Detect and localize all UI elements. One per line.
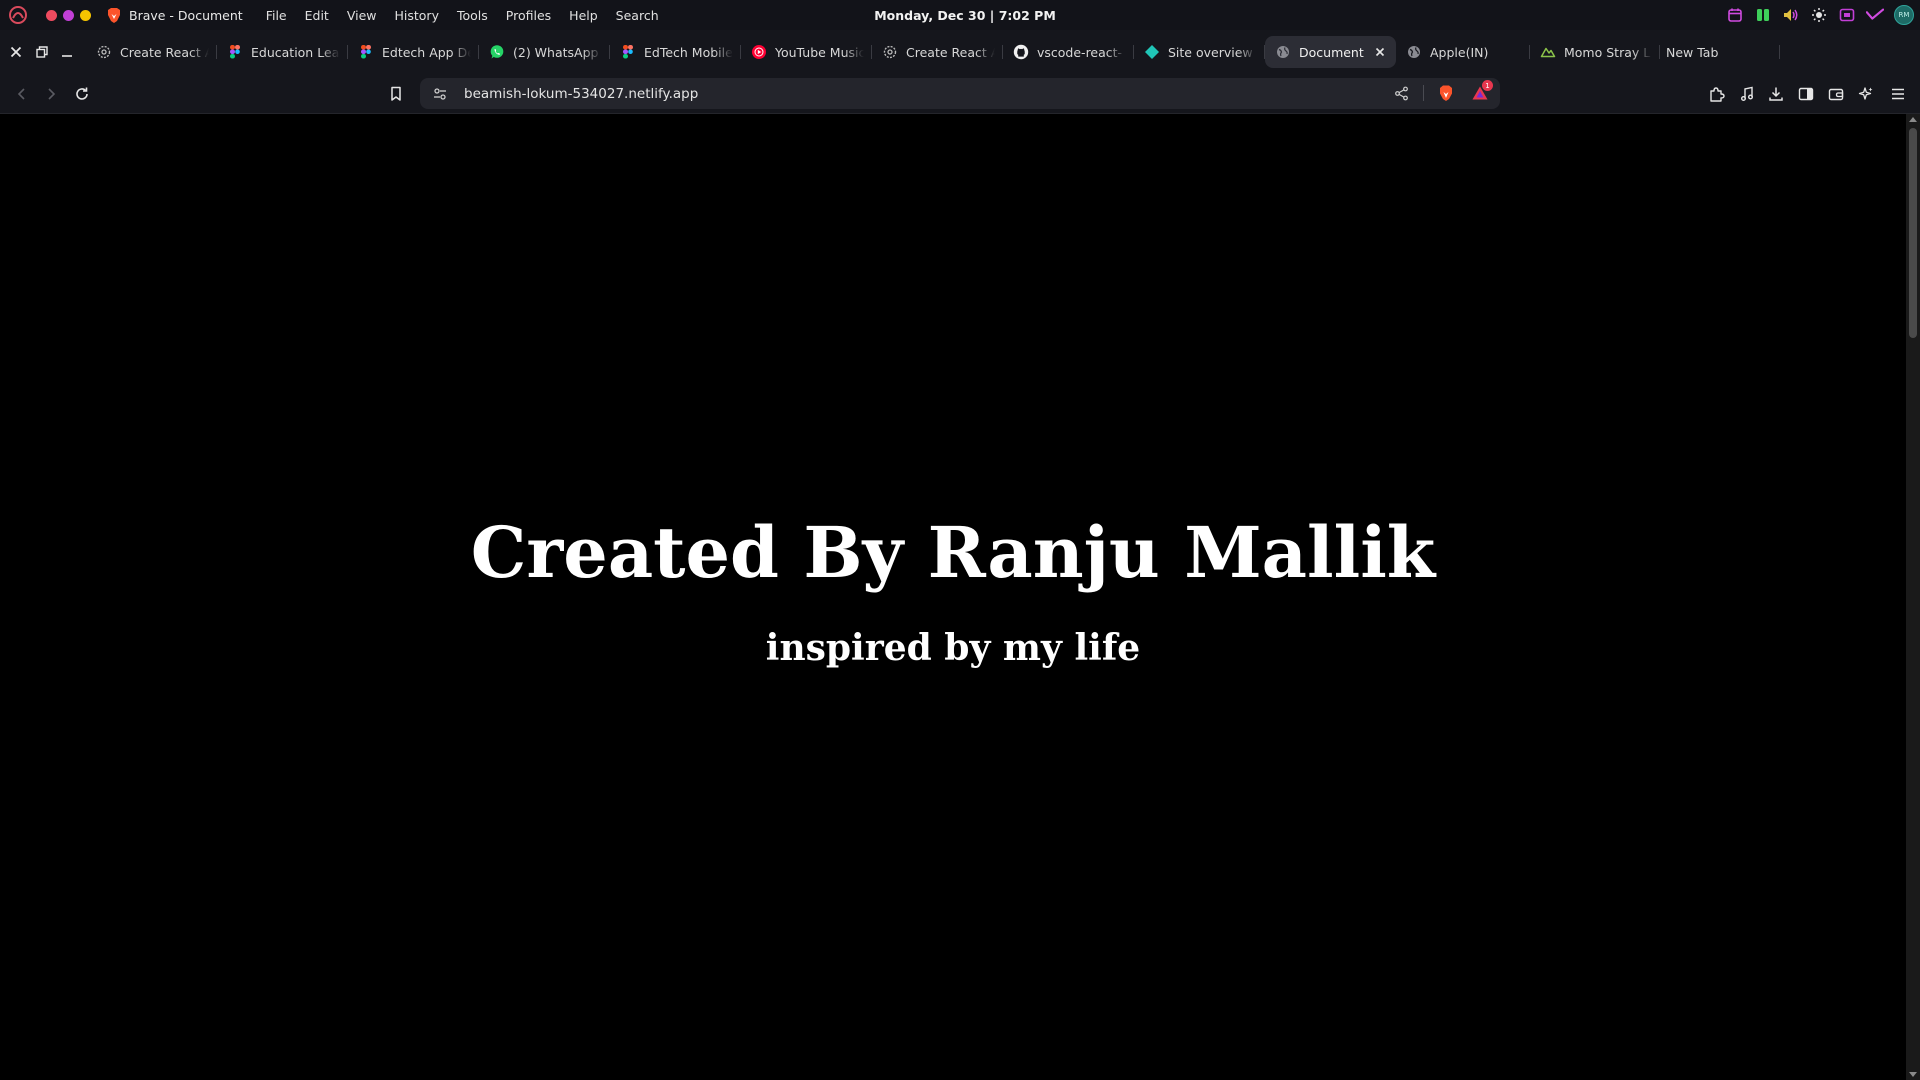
leo-ai-sparkle-icon[interactable] [1854,82,1878,106]
page-headline: Created By Ranju Mallik [470,511,1436,594]
tab-title: EdTech Mobile [644,44,733,60]
sidebar-toggle-icon[interactable] [1794,82,1818,106]
back-arrow-icon[interactable] [10,82,34,106]
reload-icon[interactable] [70,82,94,106]
app-title-text: Brave - Document [129,7,243,23]
tab-title: Document [1299,44,1364,60]
forward-arrow-icon[interactable] [39,82,63,106]
user-avatar[interactable]: RM [1894,5,1914,25]
tab-title: New Tab [1666,44,1719,60]
share-icon[interactable] [1389,81,1413,105]
address-bar-actions: 1 [1389,80,1493,105]
wallet-icon[interactable] [1824,82,1848,106]
restore-window-icon[interactable] [32,30,52,74]
tab-title: Site overview [1168,44,1253,60]
system-tray: RM [1726,0,1914,30]
page-subheading: inspired by my life [765,627,1141,669]
media-music-note-icon[interactable] [1735,82,1759,106]
tab-title: YouTube Music [775,44,864,60]
close-browser-icon[interactable] [0,30,32,74]
brave-shields-icon[interactable] [1434,81,1458,105]
tab-vscode-react[interactable]: vscode-react- [1003,36,1134,68]
tab-title: Create React A [120,44,209,60]
menu-profiles[interactable]: Profiles [497,8,560,23]
tab-create-react-app-1[interactable]: Create React A [86,36,217,68]
url-text[interactable]: beamish-lokum-534027.netlify.app [464,86,698,102]
figma-favicon-icon [227,44,243,60]
tab-title: Education Lea [251,44,340,60]
figma-favicon-icon [620,44,636,60]
tab-apple-in[interactable]: Apple(IN) [1396,36,1530,68]
github-favicon-icon [1013,44,1029,60]
window-controls [46,9,91,21]
address-bar[interactable]: beamish-lokum-534027.netlify.app 1 [420,78,1500,109]
tab-education-lea[interactable]: Education Lea [217,36,348,68]
scroll-down-arrow-icon[interactable] [1909,1072,1917,1077]
netlify-favicon-icon [1144,44,1160,60]
gear-favicon-icon [96,44,112,60]
close-window-dot[interactable] [46,9,57,21]
menu-view[interactable]: View [338,8,386,23]
tab-edtech-mobile[interactable]: EdTech Mobile [610,36,741,68]
tab-document-active[interactable]: Document [1265,36,1396,68]
brave-lion-icon [105,6,123,24]
hamburger-menu-icon[interactable] [1886,82,1910,106]
menu-edit[interactable]: Edit [296,8,338,23]
menu-search[interactable]: Search [607,8,668,23]
tab-youtube-music[interactable]: YouTube Music [741,36,872,68]
tab-momo-stray[interactable]: Momo Stray L [1530,36,1660,68]
rewards-notification-badge: 1 [1482,80,1493,91]
browser-toolbar: beamish-lokum-534027.netlify.app 1 [0,74,1920,114]
tab-title: vscode-react- [1037,44,1123,60]
extensions-puzzle-icon[interactable] [1705,82,1729,106]
cloud-favicon-icon [1540,44,1556,60]
tab-new-tab[interactable]: New Tab [1660,36,1780,68]
menu-history[interactable]: History [386,8,448,23]
tab-title: Edtech App De [382,44,471,60]
tab-title: Apple(IN) [1430,44,1489,60]
globe-favicon-icon [1406,44,1422,60]
tab-title: Momo Stray L [1564,44,1651,60]
media-bars-icon[interactable] [1754,6,1772,24]
screen-recorder-icon[interactable] [1838,6,1856,24]
gear-favicon-icon [882,44,898,60]
tab-site-overview[interactable]: Site overview [1134,36,1265,68]
minimize-window-dot[interactable] [63,9,74,21]
minimize-icon[interactable] [52,30,82,74]
brave-rewards-icon[interactable]: 1 [1468,80,1493,105]
tab-whatsapp[interactable]: (2) WhatsApp [479,36,610,68]
tab-create-react-app-2[interactable]: Create React A [872,36,1003,68]
tab-title: Create React A [906,44,995,60]
bookmark-icon[interactable] [384,82,408,106]
calendar-icon[interactable] [1726,6,1744,24]
youtube-music-favicon-icon [751,44,767,60]
whatsapp-favicon-icon [489,44,505,60]
scrollbar-thumb[interactable] [1909,128,1917,338]
tab-title: (2) WhatsApp [513,44,599,60]
maximize-window-dot[interactable] [80,9,91,21]
app-menu-bar: File Edit View History Tools Profiles He… [257,8,668,23]
menu-help[interactable]: Help [560,8,607,23]
site-settings-icon[interactable] [428,82,452,106]
address-bar-divider [1423,85,1424,101]
volume-icon[interactable] [1782,6,1800,24]
tab-list: Create React A Education Lea Edtech App … [86,30,1780,74]
active-app-title: Brave - Document [105,6,243,24]
menu-file[interactable]: File [257,8,296,23]
globe-favicon-icon [1275,44,1291,60]
os-logo-icon[interactable] [0,0,36,30]
vpn-check-icon[interactable] [1866,6,1884,24]
figma-favicon-icon [358,44,374,60]
download-icon[interactable] [1764,82,1788,106]
scroll-up-arrow-icon[interactable] [1909,117,1917,122]
page-viewport: Created By Ranju Mallik inspired by my l… [0,114,1906,1080]
system-top-bar: Brave - Document File Edit View History … [0,0,1920,30]
tab-strip: Create React A Education Lea Edtech App … [0,30,1920,88]
page-scrollbar[interactable] [1906,114,1920,1080]
brightness-icon[interactable] [1810,6,1828,24]
menu-tools[interactable]: Tools [448,8,497,23]
tab-edtech-app-de[interactable]: Edtech App De [348,36,479,68]
close-tab-icon[interactable] [1372,44,1388,60]
